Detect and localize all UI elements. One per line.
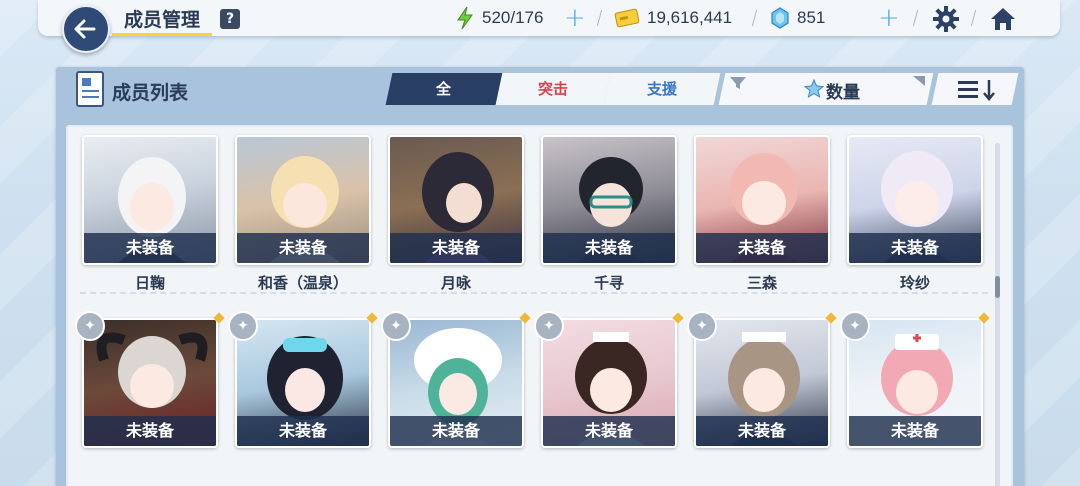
panel-title: 成员列表: [112, 82, 189, 104]
tab-assault[interactable]: 突击: [495, 73, 611, 105]
scrollbar-thumb[interactable]: [995, 276, 1000, 298]
equip-status: 未装备: [237, 416, 369, 446]
equip-status: 未装备: [84, 416, 216, 446]
member-card[interactable]: 未装备: [847, 318, 983, 448]
member-name: 和香（温泉）: [257, 274, 348, 292]
pin-icon[interactable]: ✦: [840, 311, 870, 341]
gem-icon: [771, 7, 789, 29]
tab-all-label: 全: [436, 80, 452, 98]
sort-descending-icon: [958, 80, 995, 101]
equip-status: 未装备: [237, 233, 369, 263]
equip-status: 未装备: [696, 416, 828, 446]
pin-icon[interactable]: ✦: [75, 311, 105, 341]
member-card[interactable]: 未装备: [694, 318, 830, 448]
equip-status: 未装备: [390, 416, 522, 446]
credit-icon: [614, 8, 640, 28]
equip-status: 未装备: [84, 233, 216, 263]
member-card[interactable]: 未装备: [541, 135, 677, 265]
row-divider: [80, 292, 988, 294]
gem-counter: 851: [797, 8, 826, 27]
ap-counter: 520/176: [482, 8, 544, 27]
equip-status: 未装备: [696, 233, 828, 263]
star-icon: [804, 79, 824, 99]
sort-label: 数量: [826, 83, 860, 103]
add-ap-button[interactable]: +: [564, 3, 586, 33]
pin-icon[interactable]: ✦: [687, 311, 717, 341]
equip-status: 未装备: [543, 416, 675, 446]
member-name: 三森: [746, 274, 777, 292]
member-card[interactable]: 未装备: [847, 135, 983, 265]
member-name: 日鞠: [134, 274, 165, 292]
back-button[interactable]: [62, 5, 110, 53]
equip-status: 未装备: [849, 416, 981, 446]
member-card[interactable]: 未装备: [694, 135, 830, 265]
member-card[interactable]: 未装备: [82, 318, 218, 448]
dropdown-corner-icon: [913, 76, 925, 86]
member-name: 千寻: [593, 274, 624, 292]
equip-status: 未装备: [390, 233, 522, 263]
member-name: 玲纱: [899, 274, 930, 292]
member-card[interactable]: 未装备: [388, 135, 524, 265]
add-gem-button[interactable]: +: [878, 3, 900, 33]
tab-support-label: 支援: [646, 80, 677, 98]
pin-icon[interactable]: ✦: [534, 311, 564, 341]
tab-assault-label: 突击: [537, 80, 568, 98]
tab-support[interactable]: 支援: [603, 73, 721, 105]
title-underline: [112, 33, 212, 36]
member-name: 月咏: [440, 274, 471, 292]
member-card[interactable]: 未装备: [388, 318, 524, 448]
member-card[interactable]: 未装备: [235, 318, 371, 448]
pin-icon[interactable]: ✦: [381, 311, 411, 341]
scrollbar[interactable]: [995, 143, 1000, 486]
tab-all[interactable]: 全: [385, 73, 503, 105]
member-list-icon: [76, 71, 104, 107]
equip-status: 未装备: [543, 233, 675, 263]
credit-counter: 19,616,441: [647, 8, 733, 27]
member-card[interactable]: 未装备: [541, 318, 677, 448]
home-icon[interactable]: [988, 5, 1018, 33]
help-button[interactable]: ?: [220, 9, 240, 29]
pin-icon[interactable]: ✦: [228, 311, 258, 341]
arrow-left-icon: [74, 19, 96, 39]
equip-status: 未装备: [849, 233, 981, 263]
member-card[interactable]: 未装备: [235, 135, 371, 265]
filter-icon: [730, 77, 746, 89]
lightning-icon: [457, 6, 473, 30]
gear-icon[interactable]: [932, 5, 960, 33]
page-title: 成员管理: [124, 9, 201, 31]
member-card[interactable]: 未装备: [82, 135, 218, 265]
